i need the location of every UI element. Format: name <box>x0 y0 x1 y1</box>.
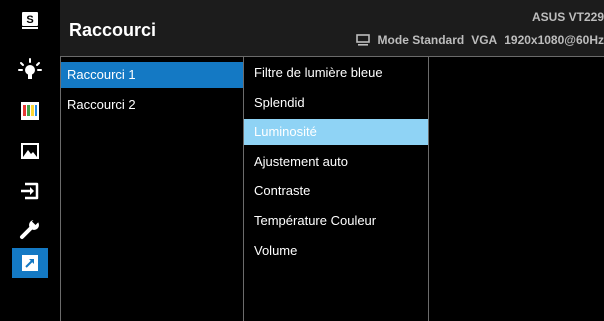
status-bar: Mode Standard VGA 1920x1080@60Hz <box>355 32 604 48</box>
list-item-shortcut-1[interactable]: Raccourci 1 <box>61 62 243 88</box>
option-contrast[interactable]: Contraste <box>244 178 428 204</box>
option-auto-adjust[interactable]: Ajustement auto <box>244 149 428 175</box>
blue-light-filter-icon[interactable] <box>12 55 48 85</box>
system-setup-icon[interactable] <box>12 214 48 244</box>
input-label: VGA <box>471 33 498 47</box>
function-list: Filtre de lumière bleue Splendid Luminos… <box>244 60 428 267</box>
shortcut-icon[interactable] <box>12 248 48 278</box>
sidebar: S <box>0 0 60 321</box>
option-blue-light-filter[interactable]: Filtre de lumière bleue <box>244 60 428 86</box>
model-name: ASUS VT229 <box>531 10 604 24</box>
header: Raccourci ASUS VT229 Mode Standard VGA 1… <box>60 0 604 56</box>
resolution-label: 1920x1080@60Hz <box>504 33 604 47</box>
monitor-icon <box>355 34 370 46</box>
option-volume[interactable]: Volume <box>244 238 428 264</box>
option-color-temperature[interactable]: Température Couleur <box>244 208 428 234</box>
shortcut-list: Raccourci 1 Raccourci 2 <box>61 62 243 122</box>
list-item-shortcut-2[interactable]: Raccourci 2 <box>61 92 243 118</box>
page-title: Raccourci <box>69 20 157 40</box>
svg-text:S: S <box>26 14 33 26</box>
color-icon[interactable] <box>12 96 48 126</box>
column-divider-2 <box>428 56 429 321</box>
option-brightness[interactable]: Luminosité <box>244 119 428 146</box>
header-divider <box>60 56 604 57</box>
input-select-icon[interactable] <box>12 176 48 206</box>
image-icon[interactable] <box>12 136 48 166</box>
osd-menu: S Raccourci ASUS VT229 Mode Standard VGA… <box>0 0 604 321</box>
splendid-icon[interactable]: S <box>12 6 48 36</box>
option-splendid[interactable]: Splendid <box>244 90 428 116</box>
mode-label: Mode Standard <box>377 33 465 47</box>
